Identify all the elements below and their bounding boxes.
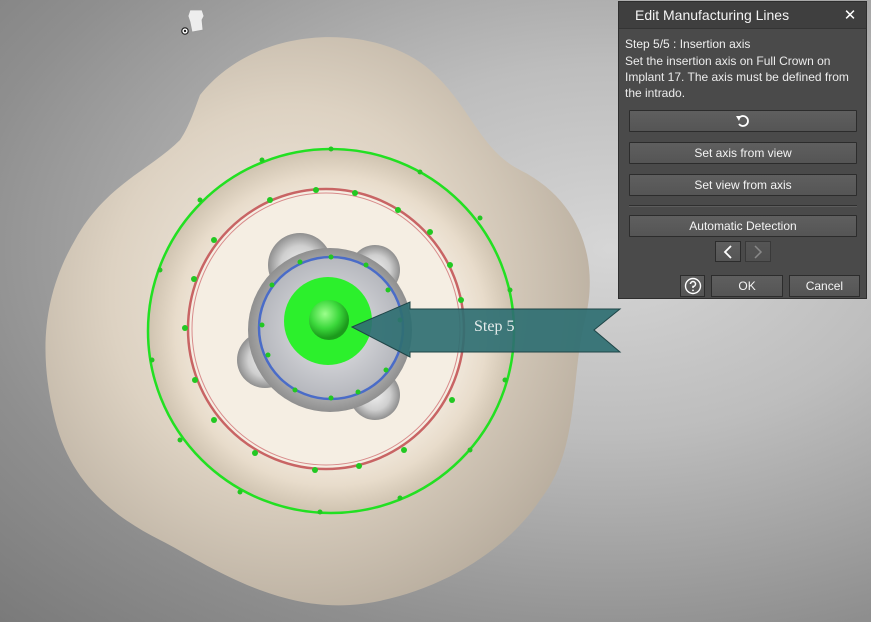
chevron-right-icon: [754, 244, 763, 259]
automatic-detection-button[interactable]: Automatic Detection: [629, 215, 857, 237]
edit-manufacturing-lines-panel: Edit Manufacturing Lines ✕ Step 5/5 : In…: [618, 1, 867, 299]
undo-icon: [736, 115, 749, 127]
panel-footer: OK Cancel: [680, 275, 861, 297]
divider: [629, 205, 857, 207]
panel-body: Step 5/5 : Insertion axis Set the insert…: [619, 29, 866, 297]
help-button[interactable]: [680, 275, 706, 297]
step-navigation: [629, 241, 857, 262]
help-icon: [684, 277, 701, 295]
chevron-left-icon: [723, 244, 732, 259]
step-description: Set the insertion axis on Full Crown on …: [625, 54, 849, 100]
set-axis-from-view-button[interactable]: Set axis from view: [629, 142, 857, 164]
previous-step-button[interactable]: [715, 241, 741, 262]
panel-titlebar[interactable]: Edit Manufacturing Lines ✕: [619, 2, 866, 29]
step-heading: Step 5/5 : Insertion axis: [625, 37, 751, 51]
panel-title: Edit Manufacturing Lines: [635, 7, 790, 23]
close-icon[interactable]: ✕: [842, 7, 858, 23]
set-view-from-axis-button[interactable]: Set view from axis: [629, 174, 857, 196]
cancel-button[interactable]: Cancel: [788, 275, 861, 297]
next-step-button[interactable]: [745, 241, 771, 262]
step-callout-label: Step 5: [474, 318, 515, 335]
ok-button[interactable]: OK: [711, 275, 783, 297]
axis-handle: [309, 300, 349, 340]
undo-button[interactable]: [629, 110, 857, 132]
